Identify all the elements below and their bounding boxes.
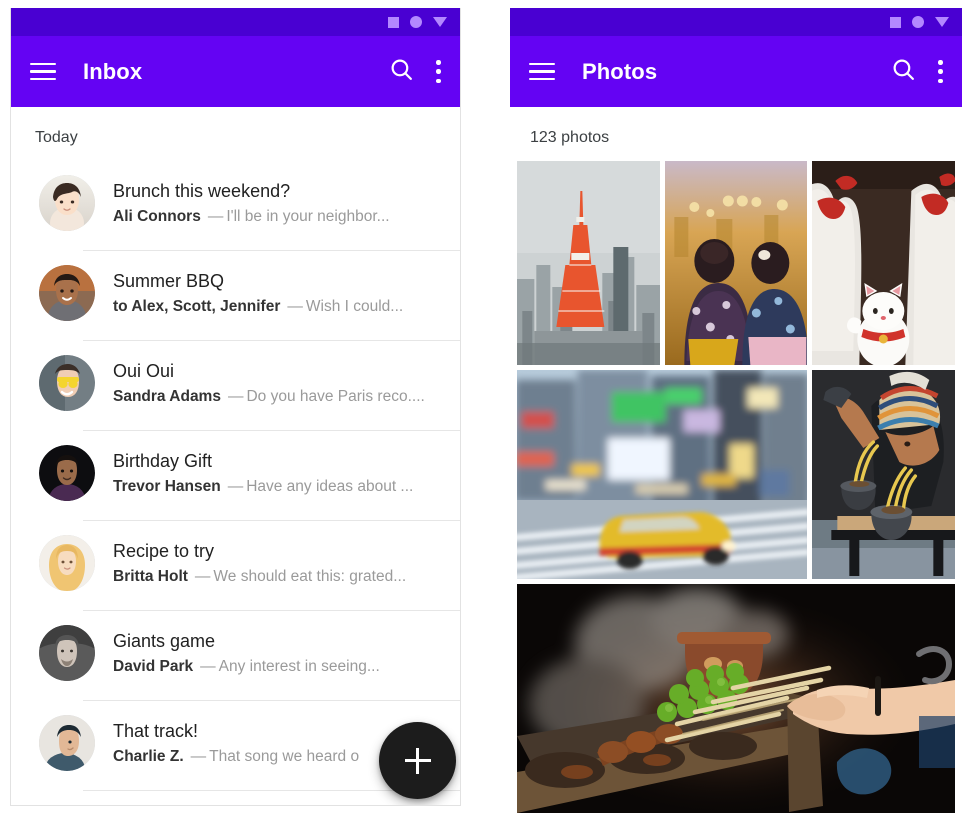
screenshot-stage: Inbox Today Brunch this weekend? Ali Con… [0, 0, 969, 816]
avatar [39, 355, 95, 411]
photo-man-eating-ramen[interactable] [812, 370, 955, 579]
message-preview: Ali Connors — I'll be in your neighbor... [113, 208, 390, 225]
message-sender: Sandra Adams [113, 388, 221, 405]
avatar [39, 265, 95, 321]
photos-app-bar-actions [891, 57, 943, 87]
list-item[interactable]: Brunch this weekend? Ali Connors — I'll be… [11, 161, 460, 251]
hamburger-menu-icon[interactable] [30, 62, 56, 81]
inbox-app-bar: Inbox [11, 36, 460, 107]
avatar [39, 625, 95, 681]
message-sender: Ali Connors [113, 208, 201, 225]
hamburger-menu-icon[interactable] [529, 62, 555, 81]
message-preview: David Park — Any interest in seeing... [113, 658, 380, 675]
list-item[interactable]: Oui Oui Sandra Adams — Do you have Paris r… [11, 341, 460, 431]
message-preview: Britta Holt — We should eat this: grated..… [113, 568, 406, 585]
triangle-down-icon [935, 17, 949, 27]
photo-motion-blur-taxi-street[interactable] [517, 370, 808, 579]
avatar [39, 535, 95, 591]
message-dash: — [194, 568, 211, 585]
square-icon [388, 16, 399, 28]
search-icon[interactable] [891, 57, 916, 87]
message-snippet: I'll be in your neighbor... [226, 208, 390, 225]
list-item-text: Oui Oui Sandra Adams — Do you have Paris r… [113, 341, 446, 409]
message-subject: That track! [113, 721, 199, 741]
message-dash: — [190, 748, 207, 765]
message-preview: to Alex, Scott, Jennifer — Wish I could... [113, 298, 403, 315]
message-preview: Trevor Hansen — Have any ideas about ... [113, 478, 413, 495]
message-dash: — [287, 298, 303, 315]
list-item[interactable]: Recipe to try Britta Holt — We should eat … [11, 521, 460, 611]
message-subject: Oui Oui [113, 361, 175, 381]
message-subject: Summer BBQ [113, 271, 225, 291]
message-subject: Birthday Gift [113, 451, 213, 471]
message-preview: Sandra Adams — Do you have Paris reco.... [113, 388, 425, 405]
message-preview: Charlie Z. — That song we heard o [113, 748, 359, 765]
message-snippet: We should eat this: grated... [213, 568, 407, 585]
message-subject: Recipe to try [113, 541, 215, 561]
inbox-phone-panel: Inbox Today Brunch this weekend? Ali Con… [10, 8, 461, 806]
circle-icon [912, 16, 924, 28]
inbox-app-bar-actions [389, 57, 441, 87]
message-sender: Charlie Z. [113, 748, 184, 765]
list-item-text: Recipe to try Britta Holt — We should eat … [113, 521, 446, 589]
triangle-down-icon [433, 17, 447, 27]
message-snippet: Have any ideas about ... [246, 478, 414, 495]
list-item-text: Summer BBQ to Alex, Scott, Jennifer — Wish… [113, 251, 446, 319]
message-sender: Britta Holt [113, 568, 188, 585]
page-title: Inbox [83, 58, 143, 84]
list-item-text: Brunch this weekend? Ali Connors — I'll be… [113, 161, 446, 229]
photo-count-label: 123 photos [530, 129, 610, 146]
message-snippet: Do you have Paris reco.... [246, 388, 425, 405]
message-sender: Trevor Hansen [113, 478, 221, 495]
list-item-text: Giants game David Park — Any interest in s… [113, 611, 446, 679]
more-vert-icon[interactable] [938, 60, 943, 83]
message-sender: to Alex, Scott, Jennifer [113, 298, 281, 315]
photo-tokyo-tower-cityscape[interactable] [517, 161, 660, 365]
inbox-status-bar [11, 8, 460, 36]
photos-status-bar [510, 8, 962, 36]
avatar [39, 175, 95, 231]
circle-icon [410, 16, 422, 28]
photo-festival-yukata-crowd[interactable] [664, 161, 808, 365]
message-sender: David Park [113, 658, 194, 675]
message-subject: Giants game [113, 631, 216, 651]
list-item-text: Birthday Gift Trevor Hansen — Have any ide… [113, 431, 446, 499]
plus-icon-vertical [416, 747, 419, 774]
search-icon[interactable] [389, 57, 414, 87]
photo-yakitori-grill-skewers[interactable] [517, 584, 955, 813]
message-snippet: Any interest in seeing... [218, 658, 380, 675]
inbox-message-list: Brunch this weekend? Ali Connors — I'll be… [11, 161, 460, 791]
photo-grid [510, 161, 962, 813]
more-vert-icon[interactable] [436, 60, 441, 83]
compose-fab-button[interactable] [379, 722, 456, 799]
message-dash: — [200, 658, 216, 675]
section-header-today: Today [35, 129, 78, 146]
list-item[interactable]: Birthday Gift Trevor Hansen — Have any ide… [11, 431, 460, 521]
list-item[interactable]: Summer BBQ to Alex, Scott, Jennifer — Wish… [11, 251, 460, 341]
message-dash: — [227, 388, 244, 405]
avatar [39, 715, 95, 771]
photo-maneki-neko-cat-statues[interactable] [812, 161, 955, 365]
message-snippet: That song we heard o [209, 748, 360, 765]
square-icon [890, 16, 901, 28]
message-subject: Brunch this weekend? [113, 181, 291, 201]
photos-phone-panel: Photos 123 photos [510, 8, 962, 816]
list-item[interactable]: Giants game David Park — Any interest in s… [11, 611, 460, 701]
page-title: Photos [582, 58, 658, 84]
message-snippet: Wish I could... [305, 298, 404, 315]
message-dash: — [227, 478, 244, 495]
avatar [39, 445, 95, 501]
message-dash: — [207, 208, 224, 225]
photos-app-bar: Photos [510, 36, 962, 107]
